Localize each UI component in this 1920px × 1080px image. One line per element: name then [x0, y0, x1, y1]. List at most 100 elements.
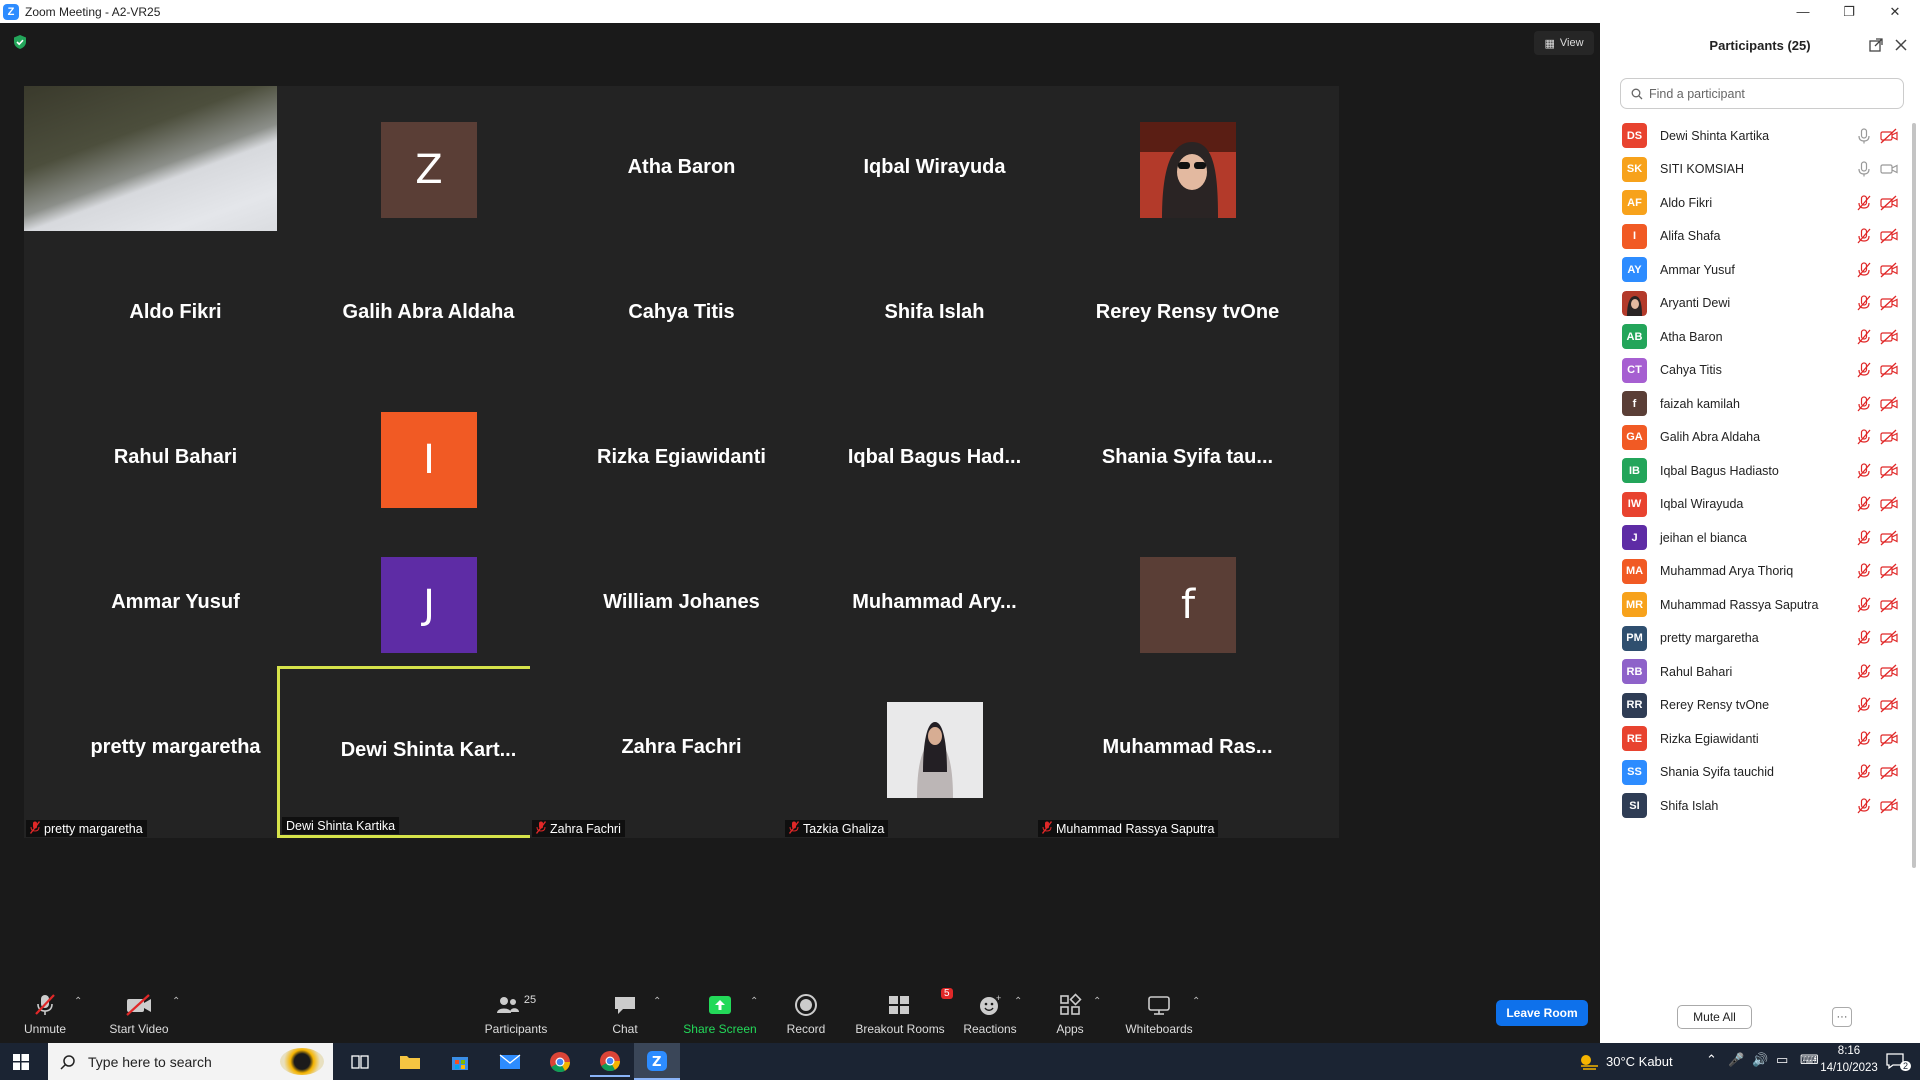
start-video-button[interactable]: Start Video — [104, 980, 174, 1043]
network-icon[interactable]: ▭ — [1776, 1052, 1788, 1068]
mic-muted-icon[interactable] — [1857, 496, 1871, 512]
participants-button[interactable]: 25 Participants — [480, 980, 552, 1043]
reactions-caret-icon[interactable]: ⌃ — [1014, 996, 1022, 1007]
language-icon[interactable]: ⌨ — [1800, 1052, 1819, 1068]
mic-on-icon[interactable] — [1857, 161, 1871, 177]
mic-muted-icon[interactable] — [1857, 630, 1871, 646]
camera-off-icon[interactable] — [1880, 362, 1898, 378]
chat-options-caret-icon[interactable]: ⌃ — [653, 996, 661, 1007]
camera-off-icon[interactable] — [1880, 228, 1898, 244]
mic-muted-icon — [789, 820, 799, 837]
profile-photo — [1140, 122, 1236, 218]
participant-list-scrollbar[interactable] — [1912, 123, 1916, 868]
participant-name: Rahul Bahari — [1660, 664, 1733, 679]
mic-muted-icon[interactable] — [1857, 462, 1871, 479]
camera-off-icon[interactable] — [1880, 262, 1898, 278]
participant-name: jeihan el bianca — [1660, 530, 1747, 545]
mic-muted-icon[interactable] — [1857, 228, 1871, 244]
camera-off-icon[interactable] — [1880, 195, 1898, 211]
mic-muted-icon[interactable] — [1857, 194, 1871, 211]
mic-muted-icon[interactable] — [1857, 663, 1871, 680]
restore-button[interactable]: ❐ — [1826, 0, 1872, 23]
encryption-shield-icon[interactable] — [12, 34, 28, 50]
camera-off-icon[interactable] — [1880, 697, 1898, 713]
record-button[interactable]: Record — [786, 980, 826, 1043]
mic-muted-icon[interactable] — [1857, 362, 1871, 378]
mic-muted-icon[interactable] — [1857, 395, 1871, 412]
participant-video-tile[interactable]: Muhammad Ras... Muhammad Rassya Saputra — [1036, 666, 1339, 838]
mute-all-button[interactable]: Mute All — [1677, 1005, 1752, 1029]
mic-muted-icon[interactable] — [1857, 529, 1871, 546]
mic-on-icon[interactable] — [1857, 127, 1871, 144]
participant-search-input[interactable]: Find a participant — [1620, 78, 1904, 109]
more-options-button[interactable]: ··· — [1832, 1007, 1852, 1027]
close-panel-icon[interactable] — [1894, 38, 1908, 52]
taskbar-search-input[interactable]: Type here to search — [48, 1043, 333, 1080]
participant-name-label: pretty margaretha — [26, 820, 147, 837]
camera-on-icon[interactable] — [1880, 161, 1898, 177]
camera-off-icon[interactable] — [1880, 329, 1898, 345]
whiteboards-caret-icon[interactable]: ⌃ — [1192, 996, 1200, 1007]
camera-off-icon[interactable] — [1880, 463, 1898, 479]
mic-muted-icon[interactable] — [1857, 764, 1871, 780]
mic-muted-icon[interactable] — [1857, 596, 1871, 613]
camera-off-icon[interactable] — [1880, 496, 1898, 512]
camera-off-icon[interactable] — [1880, 530, 1898, 546]
leave-room-button[interactable]: Leave Room — [1496, 1000, 1588, 1026]
breakout-rooms-button[interactable]: 5 Breakout Rooms — [852, 980, 953, 1043]
chrome-active-icon[interactable] — [590, 1047, 630, 1077]
unmute-button[interactable]: Unmute — [20, 980, 70, 1043]
participants-label: Participants — [484, 1022, 548, 1036]
zoom-taskbar-icon[interactable]: Z — [634, 1043, 680, 1080]
participant-row[interactable]: SI Shifa Islah — [1600, 785, 1920, 826]
whiteboards-button[interactable]: Whiteboards — [1122, 980, 1196, 1043]
camera-off-icon[interactable] — [1880, 396, 1898, 412]
mic-muted-icon[interactable] — [1857, 730, 1871, 747]
camera-off-icon[interactable] — [1880, 597, 1898, 613]
minimize-button[interactable]: — — [1780, 0, 1826, 23]
apps-caret-icon[interactable]: ⌃ — [1093, 996, 1101, 1007]
mic-muted-icon[interactable] — [1857, 797, 1871, 814]
mic-muted-icon[interactable] — [1857, 261, 1871, 278]
mic-muted-icon[interactable] — [1857, 563, 1871, 579]
mic-muted-icon[interactable] — [1857, 697, 1871, 713]
tray-chevron-icon[interactable]: ⌃ — [1706, 1052, 1717, 1068]
view-button[interactable]: ▦ View — [1534, 31, 1594, 55]
microsoft-store-icon[interactable] — [440, 1047, 480, 1077]
camera-off-icon[interactable] — [1880, 664, 1898, 680]
close-window-button[interactable]: ✕ — [1872, 0, 1918, 23]
video-options-caret-icon[interactable]: ⌃ — [172, 996, 180, 1007]
tray-mic-icon[interactable]: 🎤 — [1728, 1052, 1744, 1068]
taskbar-search-icon — [60, 1055, 75, 1070]
share-screen-button[interactable]: Share Screen — [680, 980, 760, 1043]
chat-button[interactable]: Chat — [605, 980, 645, 1043]
camera-off-icon[interactable] — [1880, 798, 1898, 814]
participant-name: Aldo Fikri — [1660, 195, 1713, 210]
mail-icon[interactable] — [490, 1047, 530, 1077]
apps-icon — [1060, 993, 1082, 1015]
mic-muted-icon[interactable] — [1857, 328, 1871, 345]
mic-muted-icon[interactable] — [1857, 295, 1871, 311]
share-options-caret-icon[interactable]: ⌃ — [750, 996, 758, 1007]
camera-off-icon[interactable] — [1880, 128, 1898, 144]
reactions-button[interactable]: + Reactions — [960, 980, 1020, 1043]
participant-name: Cahya Titis — [1660, 363, 1722, 377]
apps-button[interactable]: Apps — [1050, 980, 1090, 1043]
camera-off-icon[interactable] — [1880, 295, 1898, 311]
audio-options-caret-icon[interactable]: ⌃ — [74, 996, 82, 1007]
speaker-icon[interactable]: 🔊 — [1752, 1052, 1768, 1068]
camera-off-icon[interactable] — [1880, 630, 1898, 646]
chrome-icon[interactable] — [540, 1047, 580, 1077]
windows-start-icon[interactable] — [13, 1054, 29, 1070]
weather-text[interactable]: 30°C Kabut — [1606, 1054, 1673, 1069]
camera-off-icon[interactable] — [1880, 429, 1898, 445]
camera-off-icon[interactable] — [1880, 563, 1898, 579]
clock-date[interactable]: 14/10/2023 — [1818, 1062, 1880, 1074]
camera-off-icon[interactable] — [1880, 764, 1898, 780]
clock-time[interactable]: 8:16 — [1822, 1045, 1876, 1057]
popout-icon[interactable] — [1868, 37, 1884, 53]
file-explorer-icon[interactable] — [390, 1047, 430, 1077]
mic-muted-icon[interactable] — [1857, 429, 1871, 445]
camera-off-icon[interactable] — [1880, 731, 1898, 747]
task-view-icon[interactable] — [340, 1047, 380, 1077]
